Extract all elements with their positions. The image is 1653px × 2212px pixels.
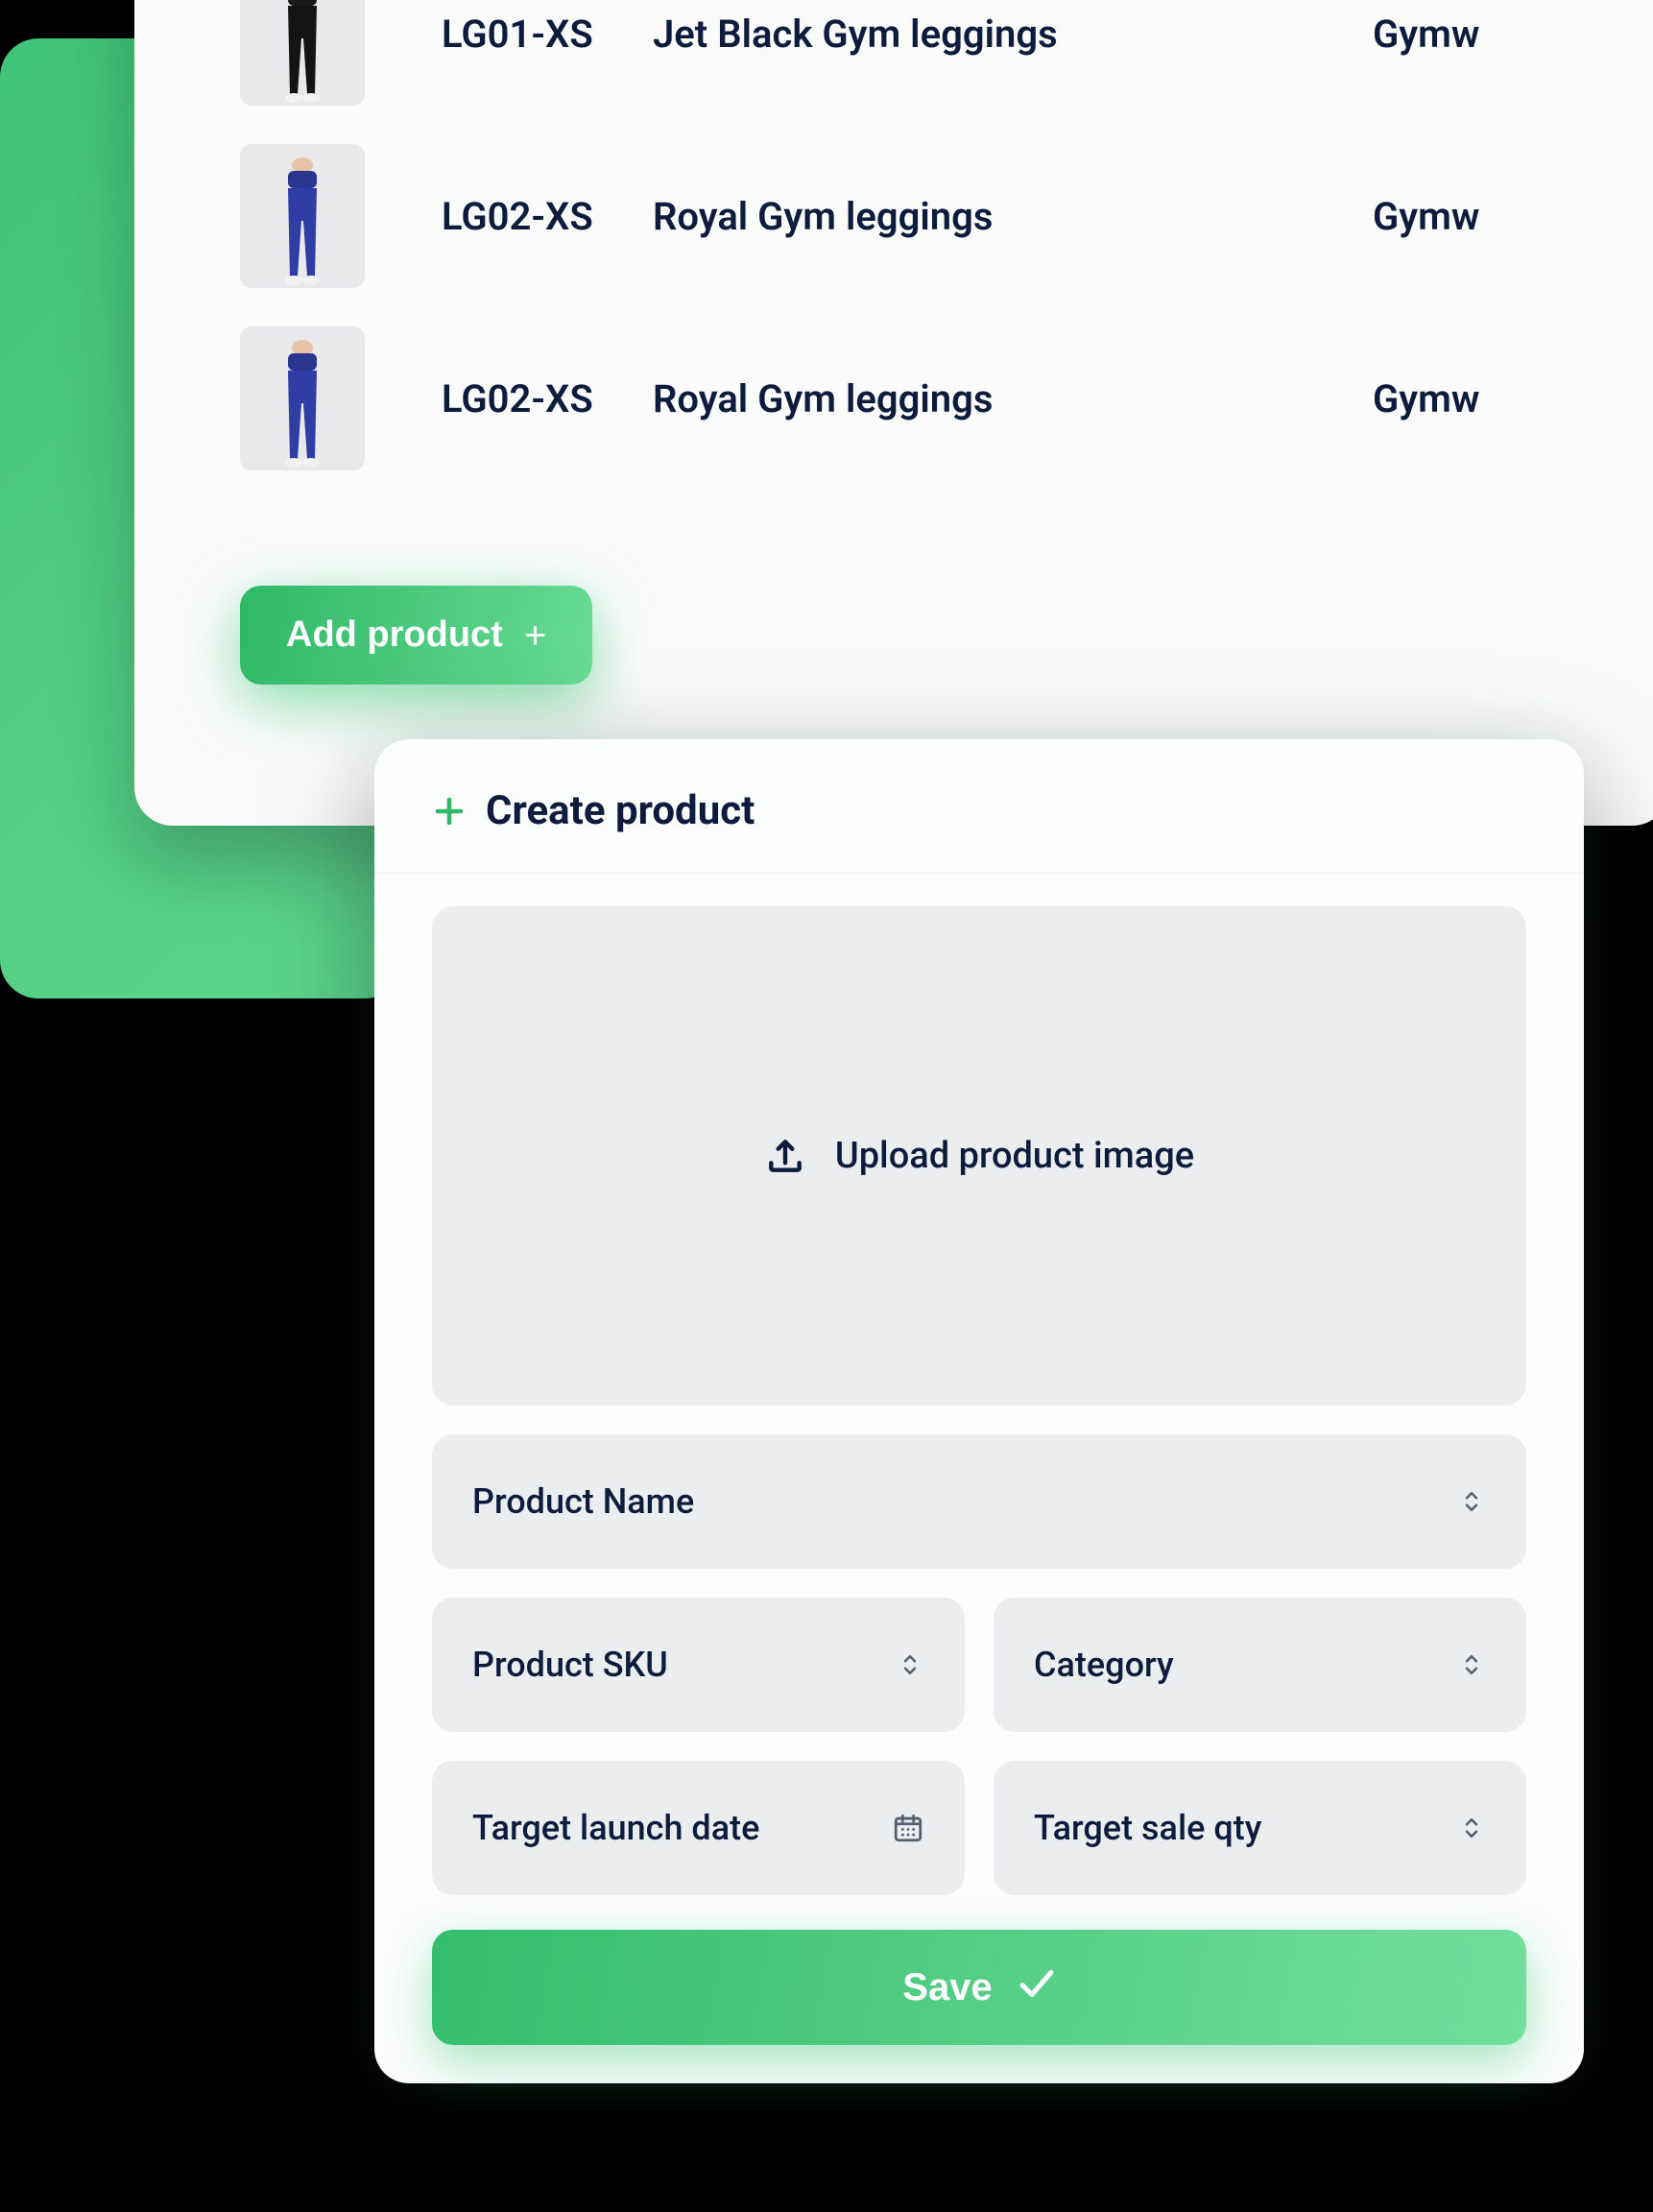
launch-date-field[interactable]: Target launch date [432, 1761, 965, 1895]
field-placeholder: Category [1034, 1645, 1174, 1685]
add-product-label: Add product [286, 614, 503, 656]
sale-qty-field[interactable]: Target sale qty [994, 1761, 1526, 1895]
product-category: Gymw [1373, 12, 1479, 57]
product-category: Gymw [1373, 194, 1479, 239]
upload-label: Upload product image [835, 1135, 1194, 1177]
chevron-sort-icon [1457, 1814, 1486, 1842]
product-name-field[interactable]: Product Name [432, 1434, 1526, 1569]
table-row[interactable]: LG01-XS Jet Black Gym leggings Gymw [134, 0, 1653, 125]
product-category: Gymw [1373, 376, 1479, 421]
product-sku: LG01-XS [365, 12, 653, 57]
plus-icon: + [524, 616, 546, 655]
product-thumbnail [240, 144, 365, 288]
field-placeholder: Product SKU [472, 1645, 668, 1685]
chevron-sort-icon [1457, 1650, 1486, 1679]
plus-icon [432, 794, 467, 829]
product-name: Jet Black Gym leggings [653, 12, 1373, 57]
chevron-sort-icon [896, 1650, 924, 1679]
chevron-sort-icon [1457, 1487, 1486, 1516]
add-product-button[interactable]: Add product + [240, 586, 592, 685]
modal-title: Create product [486, 787, 755, 834]
check-icon [1018, 1966, 1056, 2009]
create-product-modal: Create product Upload product image Prod… [374, 739, 1584, 2083]
product-sku: LG02-XS [365, 194, 653, 239]
product-sku-field[interactable]: Product SKU [432, 1598, 965, 1732]
field-placeholder: Product Name [472, 1481, 694, 1522]
product-name: Royal Gym leggings [653, 376, 1373, 421]
product-sku: LG02-XS [365, 376, 653, 421]
field-placeholder: Target sale qty [1034, 1808, 1261, 1848]
upload-image-dropzone[interactable]: Upload product image [432, 906, 1526, 1406]
product-thumbnail [240, 326, 365, 470]
modal-body: Upload product image Product Name Produc… [374, 874, 1584, 1895]
category-field[interactable]: Category [994, 1598, 1526, 1732]
modal-header: Create product [374, 739, 1584, 874]
upload-icon [764, 1135, 806, 1177]
product-rows: LG01-XS Jet Black Gym leggings Gymw LG02… [134, 0, 1653, 490]
product-name: Royal Gym leggings [653, 194, 1373, 239]
product-list-card: LG01-XS Jet Black Gym leggings Gymw LG02… [134, 0, 1653, 826]
field-placeholder: Target launch date [472, 1808, 759, 1848]
calendar-icon [892, 1812, 924, 1844]
save-label: Save [902, 1966, 992, 2009]
product-thumbnail [240, 0, 365, 106]
table-row[interactable]: LG02-XS Royal Gym leggings Gymw [134, 307, 1653, 490]
save-button[interactable]: Save [432, 1930, 1526, 2045]
table-row[interactable]: LG02-XS Royal Gym leggings Gymw [134, 125, 1653, 307]
